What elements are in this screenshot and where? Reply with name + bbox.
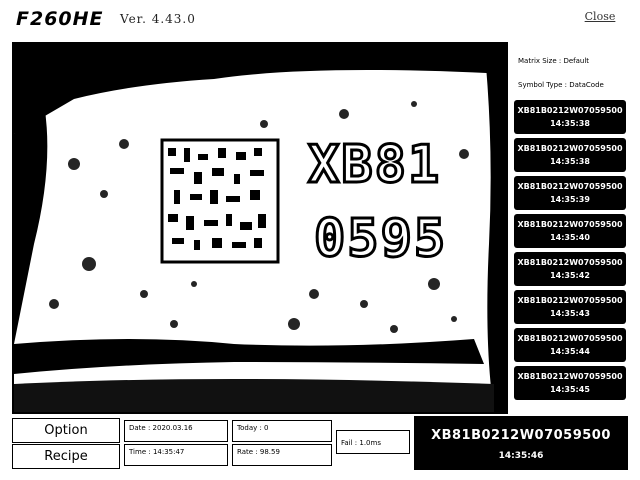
read-time: 14:35:40 — [550, 233, 590, 242]
read-history-item[interactable]: XB81B0212W07059500 14:35:39 — [514, 176, 626, 210]
fail-cell: Fail : 1.0ms — [336, 430, 410, 454]
read-time: 14:35:42 — [550, 271, 590, 280]
date-cell: Date : 2020.03.16 — [124, 420, 228, 442]
read-code: XB81B0212W07059500 — [517, 296, 623, 305]
read-code: XB81B0212W07059500 — [517, 334, 623, 343]
rate-cell: Rate : 98.59 — [232, 444, 332, 466]
read-code: XB81B0212W07059500 — [517, 220, 623, 229]
read-history-item[interactable]: XB81B0212W07059500 14:35:40 — [514, 214, 626, 248]
last-read-time: 14:35:46 — [498, 451, 544, 461]
datamatrix-code — [160, 138, 280, 264]
read-time: 14:35:38 — [550, 119, 590, 128]
read-code: XB81B0212W07059500 — [517, 182, 623, 191]
option-button[interactable]: Option — [12, 418, 120, 443]
read-time: 14:35:43 — [550, 309, 590, 318]
read-time: 14:35:44 — [550, 347, 590, 356]
close-button[interactable]: Close — [580, 8, 620, 26]
time-cell: Time : 14:35:47 — [124, 444, 228, 466]
read-history-item[interactable]: XB81B0212W07059500 14:35:45 — [514, 366, 626, 400]
read-time: 14:35:39 — [550, 195, 590, 204]
camera-view: XB81 0595 — [12, 42, 508, 414]
matrix-size-label: Matrix Size : Default — [518, 57, 590, 65]
read-history-item[interactable]: XB81B0212W07059500 14:35:42 — [514, 252, 626, 286]
read-code: XB81B0212W07059500 — [517, 258, 623, 267]
read-code: XB81B0212W07059500 — [517, 106, 623, 115]
version-label: Ver. 4.43.0 — [120, 12, 196, 26]
part-text-line1: XB81 — [308, 135, 441, 195]
read-code: XB81B0212W07059500 — [517, 372, 623, 381]
app-title: F260HE — [16, 8, 104, 30]
today-cell: Today : 0 — [232, 420, 332, 442]
recipe-button[interactable]: Recipe — [12, 444, 120, 469]
last-read-code: XB81B0212W07059500 — [431, 428, 611, 443]
read-time: 14:35:38 — [550, 157, 590, 166]
symbol-type-label: Symbol Type : DataCode — [518, 81, 604, 89]
part-text-line2: 0595 — [314, 209, 447, 269]
read-time: 14:35:45 — [550, 385, 590, 394]
read-history-item[interactable]: XB81B0212W07059500 14:35:43 — [514, 290, 626, 324]
read-history-item[interactable]: XB81B0212W07059500 14:35:38 — [514, 138, 626, 172]
camera-image: XB81 0595 — [14, 44, 506, 412]
read-history-item[interactable]: XB81B0212W07059500 14:35:44 — [514, 328, 626, 362]
last-read-panel: XB81B0212W07059500 14:35:46 — [414, 416, 628, 470]
bottom-bar: Option Recipe Date : 2020.03.16 Time : 1… — [12, 416, 628, 470]
read-history-item[interactable]: XB81B0212W07059500 14:35:38 — [514, 100, 626, 134]
read-code: XB81B0212W07059500 — [517, 144, 623, 153]
